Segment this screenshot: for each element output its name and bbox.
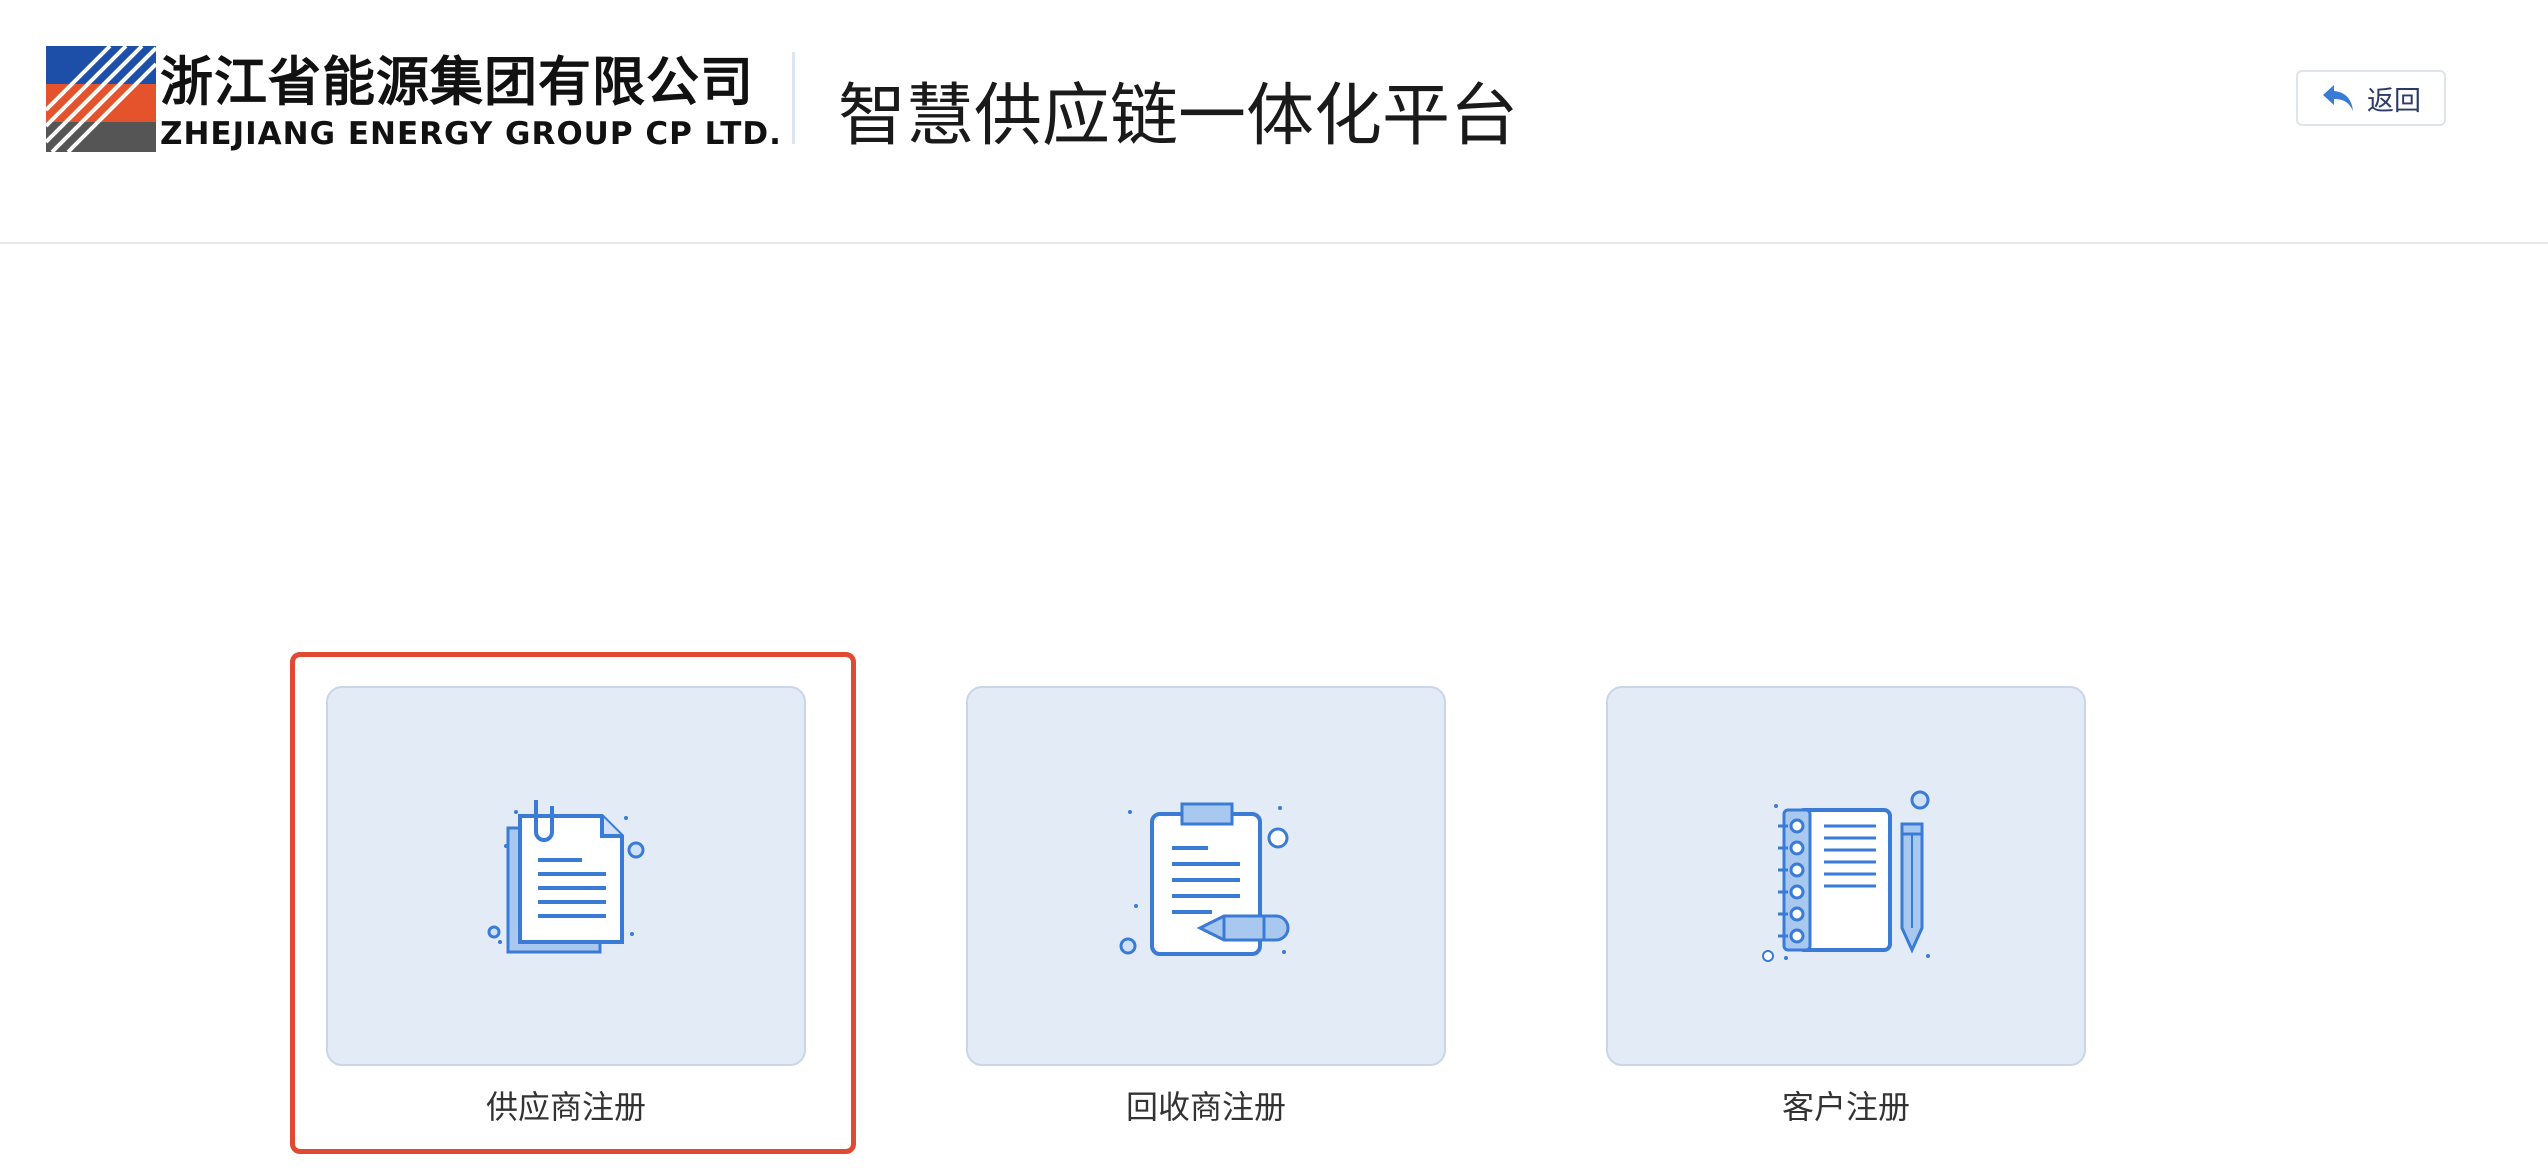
back-button-label: 返回 <box>2367 85 2421 117</box>
supplier-registration-label[interactable]: 供应商注册 <box>326 1082 806 1128</box>
page-header: 浙江省能源集团有限公司 ZHEJIANG ENERGY GROUP CP LTD… <box>0 0 2548 244</box>
clipboard-pen-icon <box>1119 802 1290 956</box>
company-name-cn: 浙江省能源集团有限公司 <box>160 52 754 113</box>
recycler-registration-card[interactable] <box>966 686 1446 1066</box>
notebook-pencil-icon <box>1762 790 1930 962</box>
reply-arrow-icon <box>2323 85 2353 111</box>
recycler-registration-label[interactable]: 回收商注册 <box>966 1082 1446 1128</box>
header-divider <box>792 52 795 144</box>
company-logo-icon <box>46 46 156 152</box>
back-button[interactable]: 返回 <box>2296 70 2446 126</box>
supplier-registration-card[interactable] <box>326 686 806 1066</box>
platform-title: 智慧供应链一体化平台 <box>838 77 1519 156</box>
customer-registration-label[interactable]: 客户注册 <box>1606 1082 2086 1128</box>
company-name-en: ZHEJIANG ENERGY GROUP CP LTD. <box>160 116 782 152</box>
document-stack-icon <box>487 800 645 954</box>
customer-registration-card[interactable] <box>1606 686 2086 1066</box>
